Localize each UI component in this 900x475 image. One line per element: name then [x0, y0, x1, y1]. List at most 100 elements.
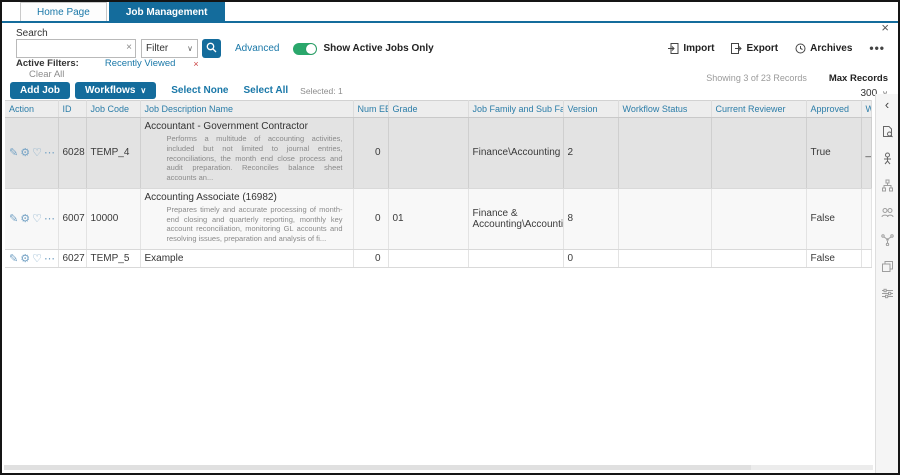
cell-job-family — [468, 249, 563, 267]
heart-icon[interactable]: ♡ — [32, 253, 42, 265]
active-filters-row: Active Filters: Recently Viewed × — [16, 58, 199, 69]
chevron-down-icon: ∨ — [187, 44, 193, 53]
gear-icon[interactable]: ⚙ — [20, 147, 30, 159]
tab-bar: Home Page Job Management — [2, 2, 898, 23]
filter-dropdown[interactable]: Filter ∨ — [141, 39, 198, 58]
settings-sliders-icon[interactable] — [881, 287, 894, 305]
cell-job-family: Finance & Accounting\Accounting — [468, 188, 563, 249]
search-label: Search — [16, 28, 48, 39]
column-header[interactable]: Current Reviewer — [711, 101, 806, 118]
search-button[interactable] — [202, 39, 221, 58]
cell-current-reviewer — [711, 118, 806, 189]
cell-grade — [388, 249, 468, 267]
toolbar: Import Export Archives ••• — [668, 41, 885, 55]
cell-num-ees: 0 — [353, 188, 388, 249]
select-all-link[interactable]: Select All — [244, 85, 289, 96]
active-filters-label: Active Filters: — [16, 58, 79, 69]
cell-job-code: TEMP_4 — [86, 118, 140, 189]
heart-icon[interactable]: ♡ — [32, 213, 42, 225]
edit-icon[interactable]: ✎ — [9, 253, 18, 265]
selected-count-text: Selected: 1 — [300, 86, 343, 96]
row-more-icon[interactable]: ⋯ — [44, 147, 56, 159]
cell-id: 6007 — [58, 188, 86, 249]
table-row[interactable]: ✎⚙♡⋯6028TEMP_4 Accountant - Government Co… — [5, 118, 872, 189]
clear-all-link[interactable]: Clear All — [29, 69, 64, 80]
import-button[interactable]: Import — [668, 43, 714, 54]
row-more-icon[interactable]: ⋯ — [44, 253, 56, 265]
heart-icon[interactable]: ♡ — [32, 147, 42, 159]
people-group-icon[interactable] — [881, 206, 894, 224]
org-chart-icon[interactable] — [881, 179, 894, 197]
person-icon[interactable] — [881, 152, 894, 170]
copy-icon[interactable] — [881, 260, 894, 278]
cell-approved: False — [806, 249, 861, 267]
table-row[interactable]: ✎⚙♡⋯6027TEMP_5Example00False — [5, 249, 872, 267]
column-header[interactable]: Job Description Name — [140, 101, 353, 118]
tab-job-management[interactable]: Job Management — [109, 2, 225, 21]
horizontal-scrollbar[interactable] — [4, 465, 873, 470]
filter-chip-recently-viewed[interactable]: Recently Viewed — [105, 58, 176, 69]
cell-workflow-status — [618, 249, 711, 267]
import-icon — [668, 43, 679, 54]
row-more-icon[interactable]: ⋯ — [44, 213, 56, 225]
cell-grade — [388, 118, 468, 189]
cell-workflow-status — [618, 188, 711, 249]
close-icon[interactable]: × — [881, 21, 889, 34]
job-title: Example — [145, 252, 349, 264]
edit-icon[interactable]: ✎ — [9, 213, 18, 225]
cell-num-ees: 0 — [353, 118, 388, 189]
tab-home-page[interactable]: Home Page — [20, 2, 107, 21]
column-header[interactable]: W — [861, 101, 872, 118]
right-icon-rail: ‹ — [875, 94, 898, 473]
cell-id: 6027 — [58, 249, 86, 267]
filter-chip-remove-icon[interactable]: × — [193, 59, 198, 69]
column-header[interactable]: Version — [563, 101, 618, 118]
column-header[interactable]: Num EEs — [353, 101, 388, 118]
cell-extra: _S — [861, 118, 872, 189]
cell-id: 6028 — [58, 118, 86, 189]
cell-approved: True — [806, 118, 861, 189]
jobs-table: ActionIDJob CodeJob Description NameNum … — [5, 100, 872, 268]
max-records-label: Max Records — [829, 73, 888, 84]
cell-job-description: Accounting Associate (16982)Prepares tim… — [140, 188, 353, 249]
collapse-chevron-icon[interactable]: ‹ — [885, 98, 889, 111]
column-header[interactable]: Workflow Status — [618, 101, 711, 118]
column-header[interactable]: Action — [5, 101, 58, 118]
column-header[interactable]: Approved — [806, 101, 861, 118]
column-header[interactable]: ID — [58, 101, 86, 118]
search-input[interactable] — [17, 40, 135, 57]
archives-icon — [795, 43, 806, 54]
scrollbar-thumb[interactable] — [4, 465, 751, 470]
search-clear-icon[interactable]: × — [126, 42, 132, 53]
add-job-button[interactable]: Add Job — [10, 82, 70, 99]
max-records-dropdown[interactable]: 300∨ — [706, 88, 888, 99]
column-header[interactable]: Job Family and Sub Family — [468, 101, 563, 118]
showing-records-text: Showing 3 of 23 Records — [706, 73, 807, 83]
cell-version: 0 — [563, 249, 618, 267]
active-jobs-toggle-label: Show Active Jobs Only — [323, 43, 433, 54]
table-actions-row: Add Job Workflows∨ Select None Select Al… — [10, 82, 343, 99]
document-preview-icon[interactable] — [881, 125, 894, 143]
gear-icon[interactable]: ⚙ — [20, 253, 30, 265]
export-button[interactable]: Export — [731, 43, 778, 54]
workflows-button[interactable]: Workflows∨ — [75, 82, 156, 99]
archives-button[interactable]: Archives — [795, 43, 852, 54]
active-jobs-toggle[interactable] — [293, 43, 317, 55]
advanced-link[interactable]: Advanced — [235, 43, 279, 54]
table-row[interactable]: ✎⚙♡⋯600710000Accounting Associate (16982… — [5, 188, 872, 249]
more-menu-button[interactable]: ••• — [869, 41, 885, 55]
column-header[interactable]: Grade — [388, 101, 468, 118]
export-icon — [731, 43, 742, 54]
job-management-window: Home Page Job Management × Import Export… — [0, 0, 900, 475]
job-title: Accountant - Government Contractor — [145, 120, 349, 132]
network-icon[interactable] — [881, 233, 894, 251]
edit-icon[interactable]: ✎ — [9, 147, 18, 159]
cell-job-family: Finance\Accounting — [468, 118, 563, 189]
cell-version: 8 — [563, 188, 618, 249]
records-info: Showing 3 of 23 Records Max Records 300∨ — [706, 73, 888, 99]
gear-icon[interactable]: ⚙ — [20, 213, 30, 225]
cell-version: 2 — [563, 118, 618, 189]
cell-grade: 01 — [388, 188, 468, 249]
column-header[interactable]: Job Code — [86, 101, 140, 118]
select-none-link[interactable]: Select None — [171, 85, 228, 96]
